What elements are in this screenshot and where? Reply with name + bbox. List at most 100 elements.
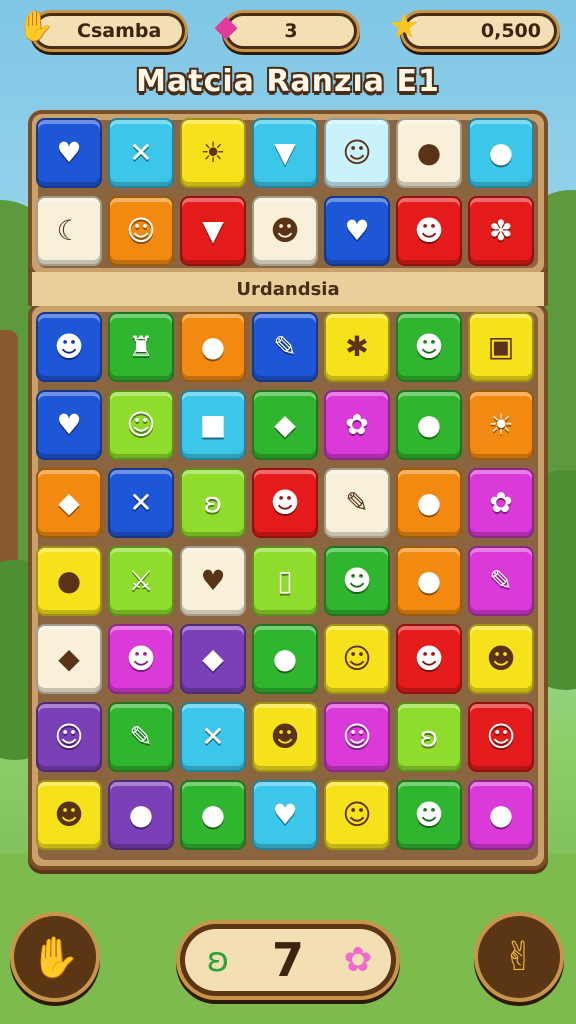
swirl-icon: ʚ (419, 720, 439, 753)
game-tile[interactable]: ♜ (108, 312, 174, 382)
level-title: Matcia Ranzıa E1 (136, 64, 440, 99)
game-tile[interactable]: ✽ (468, 196, 534, 266)
bear-face-icon: ☺ (342, 720, 372, 753)
cup-icon: ▼ (202, 214, 224, 247)
game-tile[interactable]: ▯ (252, 546, 318, 616)
game-tile[interactable]: ♥ (36, 118, 102, 188)
jar-icon: ▯ (277, 564, 293, 597)
game-tile[interactable]: ☺ (108, 390, 174, 460)
game-tile[interactable]: ■ (180, 390, 246, 460)
game-tile[interactable]: ✕ (108, 118, 174, 188)
green-ball-icon: ● (488, 136, 514, 169)
ghost-icon: ☺ (342, 136, 372, 169)
paw-icon: ✋ (30, 934, 80, 981)
leaf-icon: ◆ (58, 486, 80, 519)
game-tile[interactable]: ✎ (324, 468, 390, 538)
game-tile[interactable]: ☾ (36, 196, 102, 266)
eggplant-icon: ● (416, 564, 442, 597)
game-tile[interactable]: ● (396, 118, 462, 188)
game-tile[interactable]: ● (396, 390, 462, 460)
player-name: Csamba (77, 20, 162, 42)
claw-button[interactable]: ✌ (474, 912, 564, 1002)
bucket-icon: ▼ (274, 136, 296, 169)
game-tile[interactable]: ☻ (468, 624, 534, 694)
game-tile[interactable]: ☺ (36, 702, 102, 772)
peanut-icon: ● (416, 136, 442, 169)
game-tile[interactable]: ☻ (36, 312, 102, 382)
game-tile[interactable]: ☻ (108, 624, 174, 694)
sun-face-icon: ☀ (488, 408, 514, 441)
game-tile[interactable]: ☻ (396, 624, 462, 694)
blue-smiley-icon: ☻ (414, 330, 444, 363)
radish-icon: ● (416, 408, 442, 441)
game-tile[interactable]: ● (180, 780, 246, 850)
game-tile[interactable]: ☻ (396, 196, 462, 266)
game-tile[interactable]: ✿ (324, 390, 390, 460)
game-tile[interactable]: ✕ (180, 702, 246, 772)
game-tile[interactable]: ☺ (324, 780, 390, 850)
blue-smiley-icon: ☻ (414, 642, 444, 675)
game-tile[interactable]: ☻ (36, 780, 102, 850)
game-tile[interactable]: ▼ (180, 196, 246, 266)
game-tile[interactable]: ☻ (252, 468, 318, 538)
game-tile[interactable]: ⚔ (108, 546, 174, 616)
game-tile[interactable]: ▼ (252, 118, 318, 188)
potion-icon: ♜ (128, 330, 154, 363)
sword-icon: ⚔ (128, 564, 154, 597)
game-tile[interactable]: ♥ (324, 196, 390, 266)
paw-button[interactable]: ✋ (10, 912, 100, 1002)
heart-icon: ♥ (344, 214, 370, 247)
game-tile[interactable]: ● (252, 624, 318, 694)
crossed-swords-icon: ✕ (129, 136, 153, 169)
game-tile[interactable]: ☺ (324, 702, 390, 772)
score-value: 0,500 (480, 20, 541, 42)
blue-smiley-icon: ☻ (486, 642, 516, 675)
game-tile[interactable]: ✕ (108, 468, 174, 538)
game-tile[interactable]: ◆ (180, 624, 246, 694)
game-tile[interactable]: ✿ (468, 468, 534, 538)
game-tile[interactable]: ♥ (36, 390, 102, 460)
swirl-icon: ʚ (206, 940, 230, 980)
feather-icon: ✎ (345, 486, 369, 519)
potion-icon: ☻ (126, 642, 156, 675)
game-tile[interactable]: ʚ (396, 702, 462, 772)
game-tile[interactable]: ☺ (324, 118, 390, 188)
game-tile[interactable]: ʚ (180, 468, 246, 538)
box-icon: ▣ (487, 330, 515, 363)
game-tile[interactable]: ◆ (36, 624, 102, 694)
cat-face-icon: ☺ (486, 720, 516, 753)
game-tile[interactable]: ▣ (468, 312, 534, 382)
game-tile[interactable]: ☻ (324, 546, 390, 616)
game-tile[interactable]: ✎ (108, 702, 174, 772)
game-tile[interactable]: ● (108, 780, 174, 850)
game-tile[interactable]: ● (468, 118, 534, 188)
game-tile[interactable]: ✱ (324, 312, 390, 382)
game-tile[interactable]: ● (396, 468, 462, 538)
game-tile[interactable]: ◆ (252, 390, 318, 460)
game-tile[interactable]: ☺ (468, 702, 534, 772)
game-tile[interactable]: ✎ (468, 546, 534, 616)
game-tile[interactable]: ✎ (252, 312, 318, 382)
game-tile[interactable]: ● (36, 546, 102, 616)
ice-cube-icon: ■ (199, 408, 227, 441)
game-tile[interactable]: ☻ (252, 196, 318, 266)
leaf-icon: ● (200, 330, 226, 363)
game-tile[interactable]: ☀ (468, 390, 534, 460)
game-tile[interactable]: ☻ (396, 780, 462, 850)
game-tile[interactable]: ● (468, 780, 534, 850)
orange-blob-icon: ☻ (270, 214, 300, 247)
game-tile[interactable]: ☻ (396, 312, 462, 382)
smiley-icon: ☻ (54, 330, 84, 363)
game-tile[interactable]: ♥ (180, 546, 246, 616)
game-tile[interactable]: ● (396, 546, 462, 616)
leaf-icon: ◆ (58, 642, 80, 675)
game-tile[interactable]: ☀ (180, 118, 246, 188)
game-tile[interactable]: ◆ (36, 468, 102, 538)
game-tile[interactable]: ☻ (252, 702, 318, 772)
game-tile[interactable]: ● (180, 312, 246, 382)
leaf-icon: ● (200, 798, 226, 831)
game-tile[interactable]: ☺ (108, 196, 174, 266)
game-tile[interactable]: ☺ (324, 624, 390, 694)
game-tile[interactable]: ♥ (252, 780, 318, 850)
heart-icon: ♥ (56, 136, 82, 169)
